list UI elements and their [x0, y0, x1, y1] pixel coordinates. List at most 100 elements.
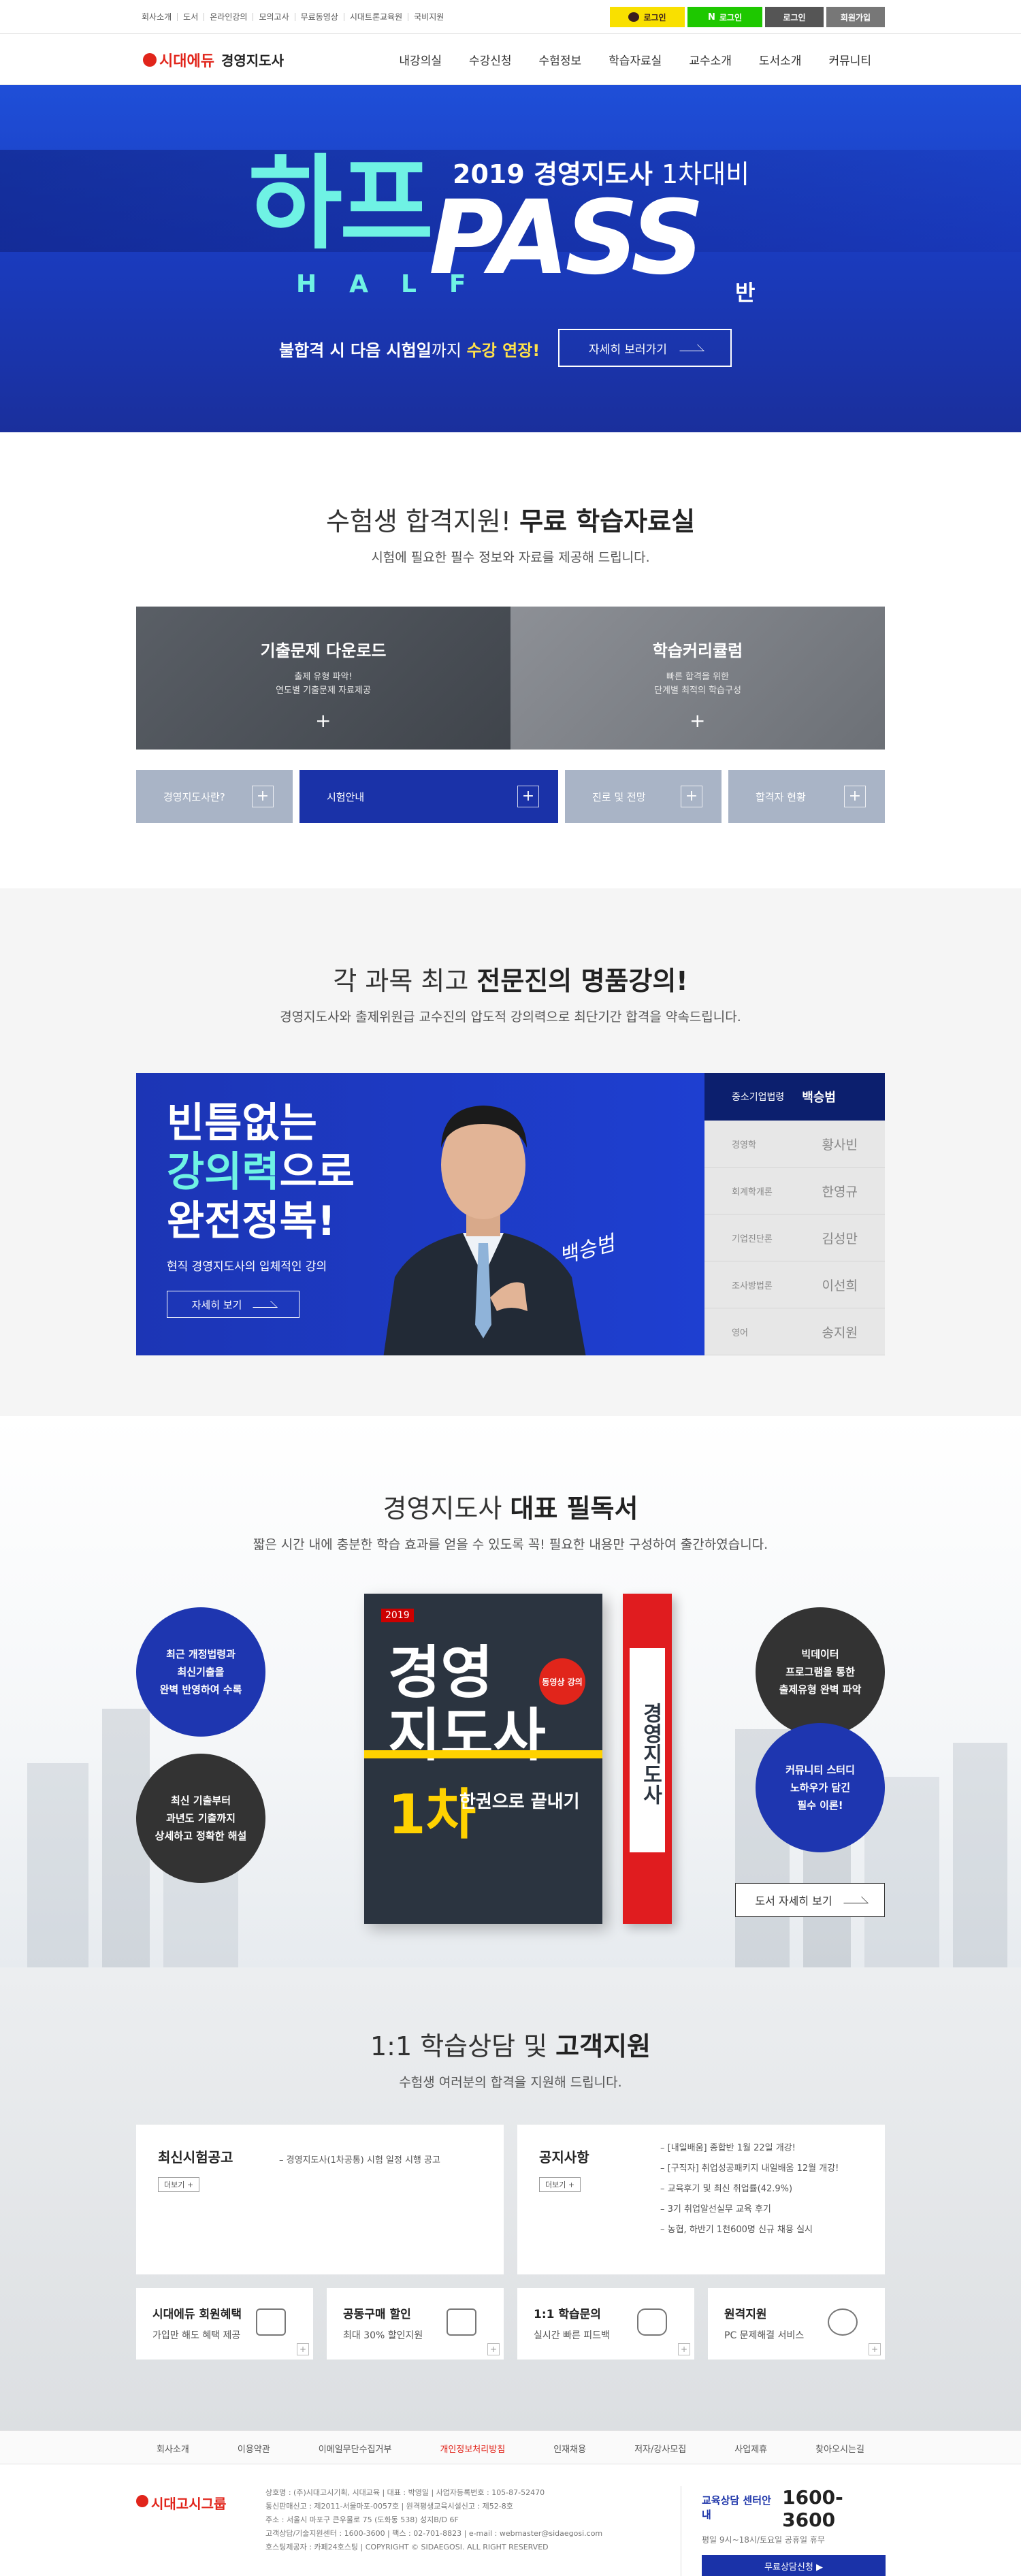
cs-center: 교육상담 센터안내 1600-3600 평일 9시~18시/토요일 공휴일 휴무 …: [681, 2486, 886, 2576]
kakao-login-label: 로그인: [643, 12, 666, 22]
menu-item[interactable]: 커뮤니티: [828, 51, 871, 68]
circle-line: 필수 이론!: [797, 1799, 843, 1812]
books-section: 경영지도사 대표 필독서 짧은 시간 내에 충분한 학습 효과를 얻을 수 있도…: [0, 1416, 1021, 1967]
menu-item[interactable]: 학습자료실: [609, 51, 662, 68]
menu-item[interactable]: 수강신청: [469, 51, 512, 68]
lecture-title-a: 각 과목 최고: [333, 966, 477, 996]
footer-link-privacy[interactable]: 개인정보처리방침: [440, 2442, 505, 2455]
naver-login-button[interactable]: N 로그인: [687, 7, 762, 27]
card-title: 학습커리큘럼: [652, 641, 743, 660]
member-benefit-card[interactable]: 시대에듀 회원혜택 가입만 해도 혜택 제공 +: [136, 2288, 313, 2360]
instructor-row[interactable]: 조사방법론 이선희: [704, 1261, 885, 1308]
curriculum-card[interactable]: 학습커리큘럼 빠른 합격을 위한 단계별 최적의 학습구성 +: [510, 607, 885, 750]
footer-link[interactable]: 이용약관: [238, 2442, 270, 2455]
support-title: 1:1 학습상담 및 고객지원: [136, 2025, 885, 2063]
past-exam-card[interactable]: 기출문제 다운로드 출제 유형 파악! 연도별 기출문제 자료제공 +: [136, 607, 510, 750]
lecture-detail-button[interactable]: 자세히 보기: [167, 1291, 299, 1318]
free-consult-button[interactable]: 무료상담신청 ▶: [702, 2555, 886, 2576]
footer-link[interactable]: 찾아오시는길: [815, 2442, 864, 2455]
kakao-login-button[interactable]: 로그인: [610, 7, 685, 27]
subject: 기업진단론: [732, 1234, 773, 1244]
circle-line: 과년도 기출까지: [166, 1812, 236, 1824]
info-line: 고객상담/기술지원센터 : 1600-3600 | 팩스 : 02-701-88…: [265, 2529, 603, 2538]
util-link[interactable]: 국비지원: [408, 13, 449, 21]
exam-notice-box: 최신시험공고 더보기 + 경영지도사(1차공통) 시험 일정 시행 공고: [136, 2125, 504, 2274]
logo-icon: [143, 52, 157, 67]
lecture-subtitle: 경영지도사와 출제위원급 교수진의 압도적 강의력으로 최단기간 합격을 약속드…: [280, 1010, 741, 1025]
book-spine: 경영지도사: [623, 1594, 672, 1924]
notice-item[interactable]: 교육후기 및 최신 취업률(42.9%): [660, 2179, 839, 2200]
util-link[interactable]: 시대트론교육원: [344, 13, 409, 21]
plus-icon: +: [678, 2343, 690, 2355]
instructor-row[interactable]: 기업진단론 김성만: [704, 1214, 885, 1261]
plus-icon: +: [252, 786, 274, 807]
instructor-row[interactable]: 영어 송지원: [704, 1308, 885, 1355]
tab-label: 시험안내: [327, 790, 365, 803]
arrow-right-icon: [672, 344, 704, 351]
plus-icon: +: [844, 786, 866, 807]
circle-line: 최근 개정법령과: [166, 1648, 236, 1660]
notice-item[interactable]: 농협, 하반기 1천600명 신규 채용 실시: [660, 2220, 839, 2240]
card-line2: 연도별 기출문제 자료제공: [276, 686, 371, 696]
books-title-a: 경영지도사: [383, 1494, 510, 1524]
circle-line: 커뮤니티 스터디: [785, 1764, 855, 1776]
util-link[interactable]: 도서: [178, 13, 205, 21]
footer-link[interactable]: 회사소개: [157, 2442, 189, 2455]
circle-line: 최신기출을: [177, 1666, 225, 1678]
tab-career[interactable]: 진로 및 전망 +: [565, 770, 722, 823]
login-button[interactable]: 로그인: [765, 7, 824, 27]
menu-item[interactable]: 도서소개: [759, 51, 802, 68]
menu-item[interactable]: 수험정보: [539, 51, 582, 68]
book-detail-button[interactable]: 도서 자세히 보기: [735, 1883, 885, 1917]
subject: 영어: [732, 1327, 748, 1338]
tab-passers[interactable]: 합격자 현황 +: [728, 770, 885, 823]
notice-item[interactable]: [구직자] 취업성공패키지 내일배움 12월 개강!: [660, 2159, 839, 2179]
instructor-name: 백승범: [802, 1091, 836, 1105]
book-cover[interactable]: 2019 경영 지도사 동영상 강의 1차 한권으로 끝내기: [364, 1594, 602, 1924]
card-line1: 출제 유형 파악!: [294, 672, 353, 682]
tab-label: 경영지도사란?: [163, 790, 225, 803]
menu-item[interactable]: 내강의실: [399, 51, 442, 68]
headline-line2: 으로: [279, 1148, 355, 1196]
inquiry-card[interactable]: 1:1 학습문의 실시간 빠른 피드백 +: [517, 2288, 694, 2360]
site-logo[interactable]: 시대에듀 경영지도사: [136, 49, 284, 71]
more-button[interactable]: 더보기 +: [158, 2177, 200, 2192]
group-buy-card[interactable]: 공동구매 할인 최대 30% 할인지원 +: [327, 2288, 504, 2360]
util-link[interactable]: 무료동영상: [295, 13, 344, 21]
util-link[interactable]: 회사소개: [136, 13, 178, 21]
footer-link[interactable]: 인재채용: [553, 2442, 586, 2455]
subject: 중소기업법령: [732, 1092, 785, 1103]
util-link[interactable]: 온라인강의: [204, 13, 254, 21]
hero-detail-button[interactable]: 자세히 보러가기: [558, 329, 732, 367]
tab-about[interactable]: 경영지도사란? +: [136, 770, 293, 823]
notice-item[interactable]: [내일배움] 종합반 1월 22일 개강!: [660, 2138, 839, 2159]
plus-icon: +: [315, 709, 331, 732]
instructor-row[interactable]: 회계학개론 한영규: [704, 1168, 885, 1214]
free-materials-section: 수험생 합격지원! 무료 학습자료실 시험에 필요한 필수 정보와 자료를 제공…: [0, 432, 1021, 888]
feature-circle: 빅데이터 프로그램을 통한 출제유형 완벽 파악: [756, 1607, 885, 1737]
tab-label: 진로 및 전망: [592, 790, 646, 803]
more-button[interactable]: 더보기 +: [539, 2177, 581, 2192]
footer-link[interactable]: 이메일무단수집거부: [319, 2442, 392, 2455]
footer-link[interactable]: 저자/강사모집: [634, 2442, 686, 2455]
kakao-icon: [628, 12, 640, 22]
lecture-desc: 현직 경영지도사의 입체적인 강의: [167, 1260, 327, 1274]
instructor-name: 송지원: [822, 1325, 858, 1340]
footer-link[interactable]: 사업제휴: [734, 2442, 767, 2455]
book-year: 2019: [381, 1609, 414, 1622]
circle-line: 프로그램을 통한: [785, 1666, 855, 1678]
menu-item[interactable]: 교수소개: [689, 51, 732, 68]
notice-item[interactable]: 3기 취업알선실무 교육 후기: [660, 2200, 839, 2220]
util-link[interactable]: 모의고사: [253, 13, 295, 21]
headset-icon: [828, 2308, 858, 2336]
notice-item[interactable]: 경영지도사(1차공통) 시험 일정 시행 공고: [279, 2151, 440, 2171]
remote-support-card[interactable]: 원격지원 PC 문제해결 서비스 +: [708, 2288, 885, 2360]
subject: 회계학개론: [732, 1187, 773, 1197]
instructor-row[interactable]: 경영학 황사빈: [704, 1121, 885, 1168]
btn-label: 도서 자세히 보기: [755, 1895, 832, 1907]
join-button[interactable]: 회원가입: [826, 7, 885, 27]
instructor-list-header[interactable]: 중소기업법령 백승범: [704, 1073, 885, 1121]
headline-line1: 빈틈없는: [167, 1099, 317, 1147]
tab-exam-info[interactable]: 시험안내 +: [299, 770, 558, 823]
instructor-name: 황사빈: [822, 1137, 858, 1153]
